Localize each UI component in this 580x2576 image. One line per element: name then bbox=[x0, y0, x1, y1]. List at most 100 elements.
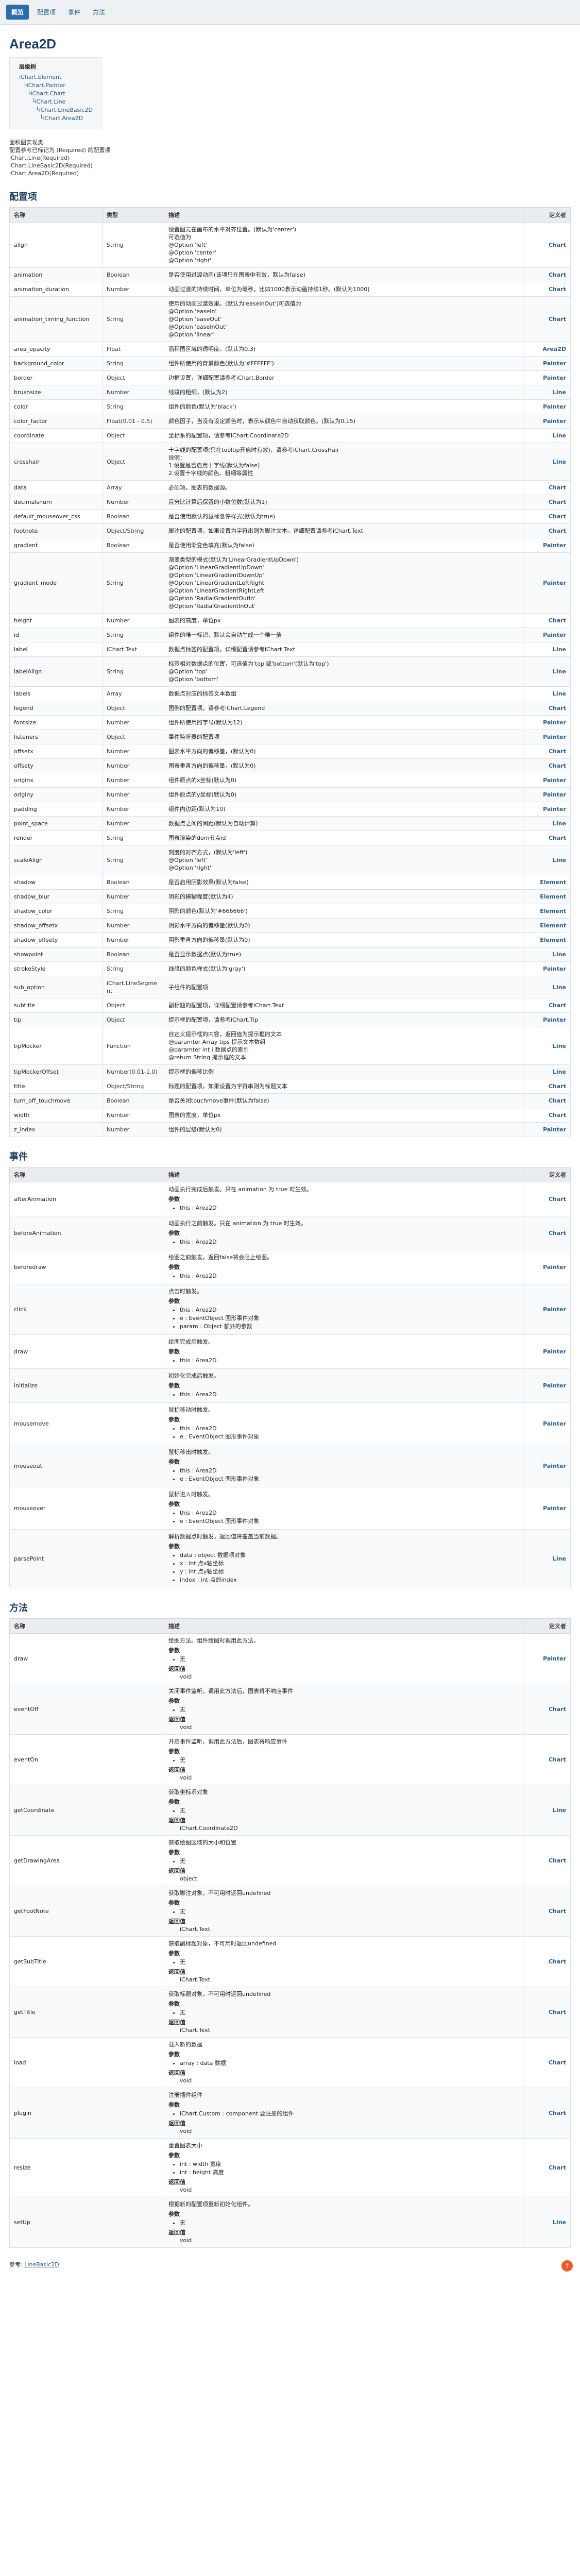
config-definer[interactable]: Painter bbox=[524, 370, 571, 385]
nav-brand[interactable]: 概览 bbox=[6, 5, 29, 20]
config-definer[interactable]: Area2D bbox=[524, 342, 571, 357]
member-intro: 载入新的数据 bbox=[168, 2041, 202, 2048]
hierarchy-item[interactable]: └iChart.Area2D bbox=[19, 114, 93, 123]
event-row: mouseover鼠标进入时触发。参数this : Area2De : Even… bbox=[9, 1487, 571, 1530]
event-definer[interactable]: Painter bbox=[524, 1284, 571, 1335]
hierarchy-item[interactable]: └iChart.Chart bbox=[19, 90, 93, 98]
config-definer[interactable]: Chart bbox=[524, 480, 571, 495]
config-definer[interactable]: Chart bbox=[524, 998, 571, 1013]
footer-link[interactable]: LineBasic2D bbox=[24, 2261, 59, 2268]
event-definer[interactable]: Painter bbox=[524, 1250, 571, 1284]
back-to-top-button[interactable]: ↑ bbox=[561, 2260, 573, 2272]
config-definer[interactable]: Painter bbox=[524, 787, 571, 802]
config-definer[interactable]: Painter bbox=[524, 628, 571, 642]
config-definer[interactable]: Painter bbox=[524, 773, 571, 788]
method-definer[interactable]: Painter bbox=[524, 1633, 571, 1684]
hierarchy-item[interactable]: └iChart.Painter bbox=[19, 81, 93, 90]
config-definer[interactable]: Chart bbox=[524, 495, 571, 510]
param-list: data : object 数据项对象x : int 点x轴坐标y : int … bbox=[168, 1551, 520, 1584]
event-definer[interactable]: Painter bbox=[524, 1445, 571, 1487]
config-definer[interactable]: Line bbox=[524, 845, 571, 875]
config-definer[interactable]: Element bbox=[524, 904, 571, 919]
config-definer[interactable]: Painter bbox=[524, 1012, 571, 1027]
config-definer[interactable]: Chart bbox=[524, 222, 571, 268]
config-definer[interactable]: Element bbox=[524, 933, 571, 947]
event-definer[interactable]: Line bbox=[524, 1529, 571, 1588]
config-definer[interactable]: Painter bbox=[524, 414, 571, 429]
config-definer[interactable]: Chart bbox=[524, 1108, 571, 1123]
config-definer[interactable]: Chart bbox=[524, 1093, 571, 1108]
config-definer[interactable]: Chart bbox=[524, 613, 571, 628]
config-definer[interactable]: Chart bbox=[524, 744, 571, 759]
config-definer[interactable]: Chart bbox=[524, 831, 571, 845]
event-definer[interactable]: Painter bbox=[524, 1487, 571, 1530]
config-definer[interactable]: Chart bbox=[524, 1079, 571, 1094]
event-definer[interactable]: Painter bbox=[524, 1368, 571, 1403]
config-definer[interactable]: Element bbox=[524, 875, 571, 890]
hierarchy-item[interactable]: └iChart.LineBasic2D bbox=[19, 106, 93, 114]
config-definer[interactable]: Painter bbox=[524, 715, 571, 730]
config-row: decimalsnum Number 百分比计算后保留的小数位数(默认为1) Char… bbox=[9, 495, 571, 510]
config-definer[interactable]: Line bbox=[524, 947, 571, 962]
config-desc-line: 使用的动画过渡效果。(默认为'easeInOut')可选值为 bbox=[168, 300, 301, 307]
param-item: this : Area2D bbox=[180, 1204, 520, 1212]
config-definer[interactable]: Line bbox=[524, 656, 571, 687]
config-definer[interactable]: Chart bbox=[524, 282, 571, 297]
config-definer[interactable]: Painter bbox=[524, 802, 571, 817]
config-definer[interactable]: Line bbox=[524, 443, 571, 481]
config-definer[interactable]: Chart bbox=[524, 523, 571, 538]
method-definer[interactable]: Chart bbox=[524, 1684, 571, 1735]
member-desc: 动画执行之前触发。只在 animation 为 true 时生效。参数this … bbox=[164, 1216, 524, 1250]
event-row: beforedraw绘图之前触发，返回false将会阻止绘图。参数this : … bbox=[9, 1250, 571, 1284]
config-definer[interactable]: Line bbox=[524, 428, 571, 443]
method-definer[interactable]: Chart bbox=[524, 2037, 571, 2088]
config-definer[interactable]: Painter bbox=[524, 552, 571, 614]
config-definer[interactable]: Line bbox=[524, 1064, 571, 1079]
config-definer[interactable]: Chart bbox=[524, 267, 571, 282]
config-definer[interactable]: Line bbox=[524, 686, 571, 701]
event-definer[interactable]: Chart bbox=[524, 1216, 571, 1250]
method-definer[interactable]: Chart bbox=[524, 1936, 571, 1987]
config-desc-line: @Option 'left' bbox=[168, 857, 208, 863]
param-list: this : Area2De : EventObject 图形事件对象 bbox=[168, 1467, 520, 1483]
nav-methods[interactable]: 方法 bbox=[89, 5, 109, 20]
config-definer[interactable]: Painter bbox=[524, 961, 571, 976]
method-definer[interactable]: Chart bbox=[524, 1987, 571, 2038]
method-definer[interactable]: Line bbox=[524, 1785, 571, 1836]
config-definer[interactable]: Chart bbox=[524, 758, 571, 773]
config-definer[interactable]: Painter bbox=[524, 399, 571, 414]
config-definer[interactable]: Painter bbox=[524, 538, 571, 553]
config-definer[interactable]: Chart bbox=[524, 296, 571, 342]
config-definer[interactable]: Painter bbox=[524, 730, 571, 744]
config-definer[interactable]: Painter bbox=[524, 356, 571, 371]
hierarchy-item[interactable]: └iChart.Line bbox=[19, 98, 93, 106]
method-definer[interactable]: Chart bbox=[524, 1835, 571, 1886]
hierarchy-item[interactable]: iChart.Element bbox=[19, 73, 93, 81]
config-definer[interactable]: Element bbox=[524, 918, 571, 933]
config-definer[interactable]: Line bbox=[524, 816, 571, 831]
method-definer[interactable]: Chart bbox=[524, 2138, 571, 2197]
config-name: offsetx bbox=[9, 744, 103, 759]
event-definer[interactable]: Painter bbox=[524, 1402, 571, 1445]
nav-config[interactable]: 配置项 bbox=[33, 5, 60, 20]
method-definer[interactable]: Chart bbox=[524, 1734, 571, 1785]
nav-events[interactable]: 事件 bbox=[64, 5, 84, 20]
config-definer[interactable]: Line bbox=[524, 1027, 571, 1065]
config-definer[interactable]: Element bbox=[524, 889, 571, 904]
event-definer[interactable]: Chart bbox=[524, 1182, 571, 1216]
config-desc-line: 刻度的对齐方式，(默认为'left') bbox=[168, 849, 248, 856]
method-definer[interactable]: Line bbox=[524, 2197, 571, 2248]
member-intro: 开启事件监听，调用此方法后，图表将响应事件 bbox=[168, 1738, 287, 1745]
method-definer[interactable]: Chart bbox=[524, 1886, 571, 1937]
config-definer[interactable]: Painter bbox=[524, 1122, 571, 1137]
config-definer[interactable]: Line bbox=[524, 642, 571, 657]
config-definer[interactable]: Line bbox=[524, 385, 571, 400]
event-definer[interactable]: Painter bbox=[524, 1334, 571, 1369]
config-definer[interactable]: Chart bbox=[524, 509, 571, 524]
config-definer[interactable]: Line bbox=[524, 976, 571, 998]
config-desc-line: 线段的粗细，(默认为2) bbox=[168, 389, 228, 396]
param-item: 无 bbox=[180, 1655, 520, 1663]
config-definer[interactable]: Chart bbox=[524, 701, 571, 716]
method-definer[interactable]: Chart bbox=[524, 2088, 571, 2139]
config-desc-line: 标题的配置项，如果设置为字符串则为标题文本 bbox=[168, 1083, 287, 1090]
